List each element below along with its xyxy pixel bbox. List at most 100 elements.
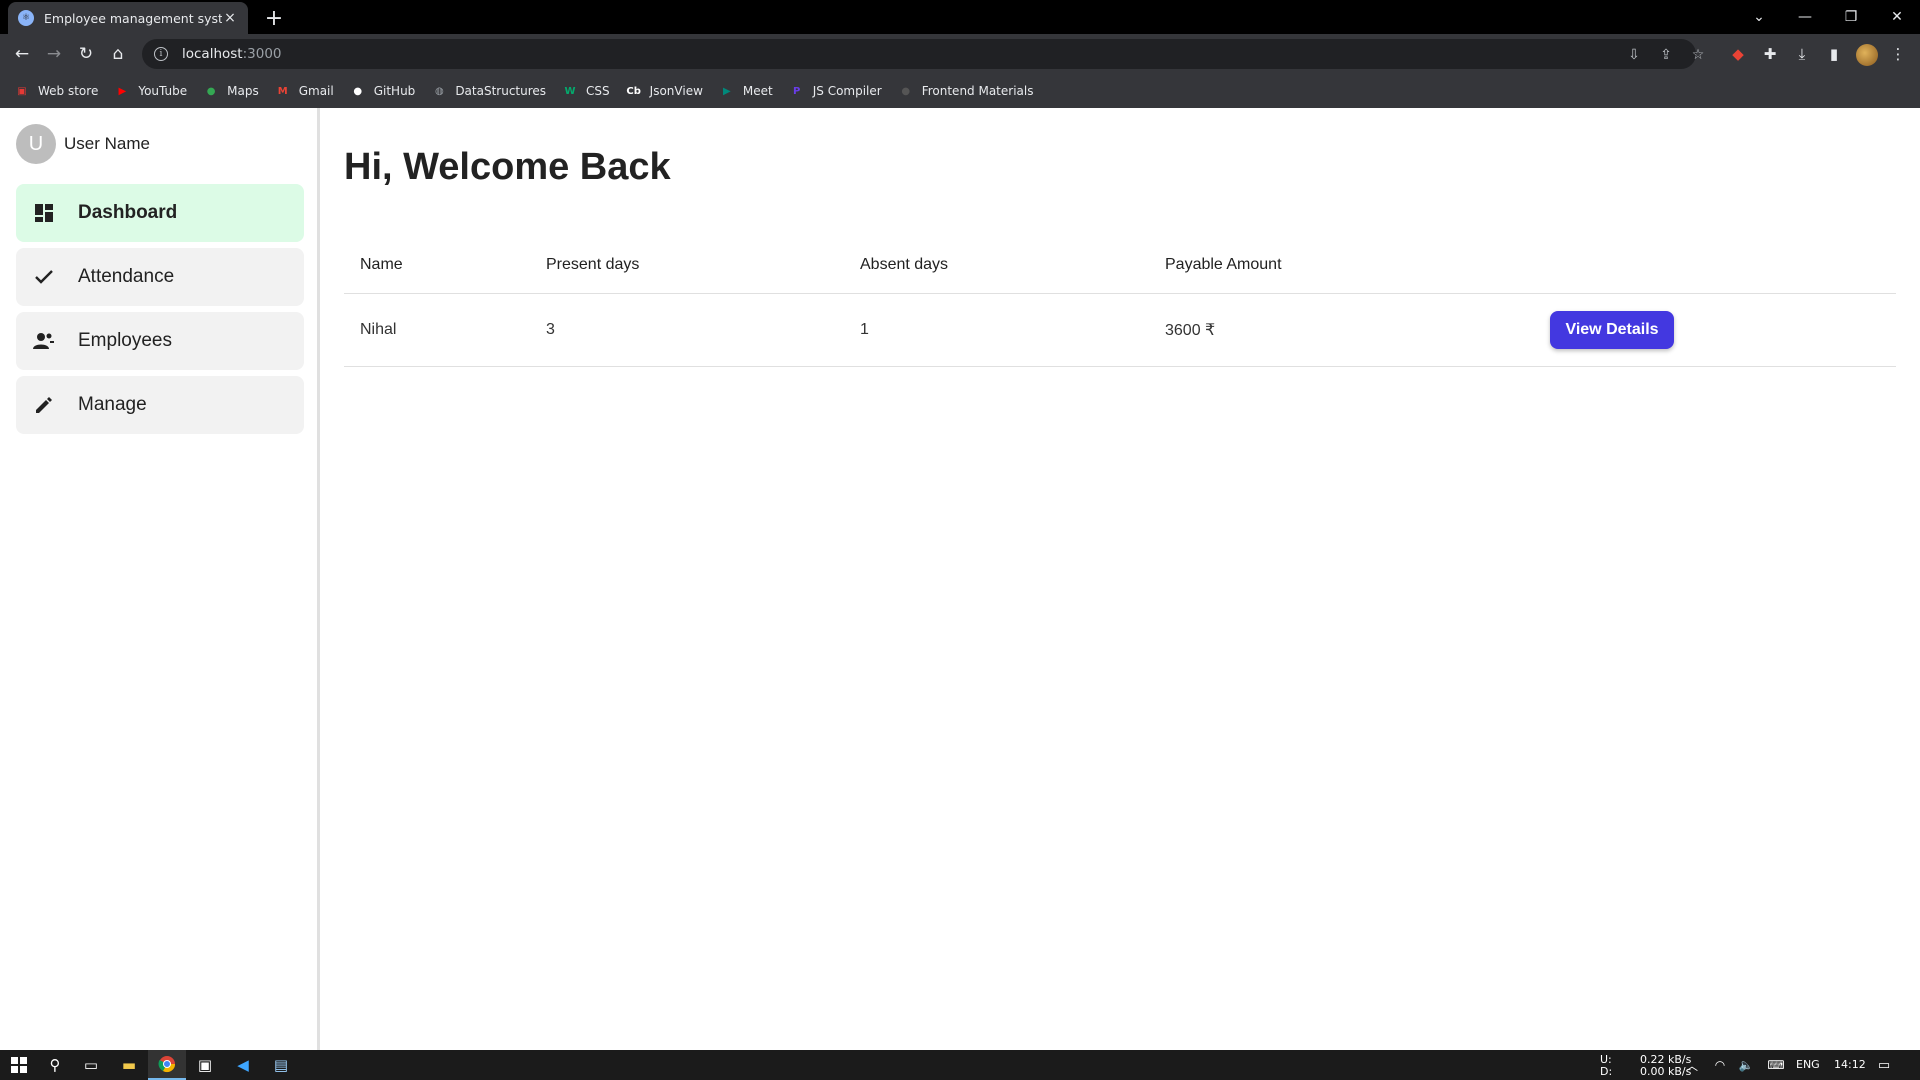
bookmark-star-icon[interactable]: ☆ <box>1686 45 1710 65</box>
new-tab-button[interactable]: + <box>260 4 288 32</box>
bookmark-meet[interactable]: ▶ Meet <box>719 83 773 99</box>
cell-absent-days: 1 <box>860 321 869 338</box>
screen: ⚛ Employee management system × + ⌄ — ❐ ✕… <box>0 0 1920 1080</box>
column-header-present: Present days <box>546 255 640 273</box>
tab-search-icon[interactable]: ⌄ <box>1736 0 1782 34</box>
attendance-table: Name Present days Absent days Payable Am… <box>344 236 1896 367</box>
dashboard-icon <box>32 201 56 225</box>
pencil-icon <box>32 393 56 417</box>
back-icon[interactable]: ← <box>8 40 36 68</box>
cb-icon: Cb <box>626 85 641 97</box>
extensions-icon[interactable]: ✚ <box>1758 42 1782 66</box>
install-app-icon[interactable]: ⇩ <box>1622 45 1646 65</box>
chrome-icon[interactable] <box>148 1050 186 1080</box>
bookmark-label: Maps <box>227 84 259 98</box>
bookmark-frontend-materials[interactable]: ● Frontend Materials <box>898 83 1034 99</box>
bookmark-web-store[interactable]: ▣ Web store <box>14 83 98 99</box>
close-window-icon[interactable]: ✕ <box>1874 0 1920 34</box>
store-icon: ▣ <box>17 85 27 97</box>
net-down-label: D: <box>1600 1065 1613 1078</box>
color-extension-icon[interactable]: ◆ <box>1726 42 1750 66</box>
table-row: Nihal 3 1 3600 ₹ View Details <box>344 294 1896 367</box>
bookmark-css[interactable]: W CSS <box>562 83 610 99</box>
sidebar: U User Name Dashboard Attendance Employe… <box>0 108 320 1050</box>
minimize-icon[interactable]: — <box>1782 0 1828 34</box>
side-panel-icon[interactable]: ▮ <box>1822 42 1846 66</box>
restore-icon[interactable]: ❐ <box>1828 0 1874 34</box>
sidebar-item-label: Employees <box>78 330 172 351</box>
tab-title: Employee management system <box>44 10 222 26</box>
browser-tab-strip: ⚛ Employee management system × + ⌄ — ❐ ✕ <box>0 0 1920 34</box>
bookmarks-bar: ▣ Web store ▶ YouTube ● Maps M Gmail ● GitHub ◍ Dat… <box>0 74 1920 108</box>
app-page: U User Name Dashboard Attendance Employe… <box>0 108 1920 1050</box>
column-header-amount: Payable Amount <box>1165 255 1282 273</box>
url-text: localhost:3000 <box>182 46 282 62</box>
profile-avatar[interactable] <box>1856 44 1878 66</box>
bookmark-gmail[interactable]: M Gmail <box>275 83 334 99</box>
search-icon[interactable]: ⚲ <box>36 1050 74 1080</box>
bookmark-label: JsonView <box>649 84 703 98</box>
view-details-button[interactable]: View Details <box>1550 311 1674 349</box>
user-name: User Name <box>64 134 150 153</box>
bookmark-maps[interactable]: ● Maps <box>203 83 259 99</box>
notepad-icon[interactable]: ▤ <box>262 1050 300 1080</box>
sidebar-item-attendance[interactable]: Attendance <box>16 248 304 306</box>
bookmark-label: Frontend Materials <box>921 84 1034 98</box>
language-indicator[interactable]: ENG <box>1796 1059 1820 1071</box>
task-view-icon[interactable]: ▭ <box>72 1050 110 1080</box>
home-icon[interactable]: ⌂ <box>104 40 132 68</box>
bookmark-datastructures[interactable]: ◍ DataStructures <box>431 83 546 99</box>
address-bar[interactable]: i localhost:3000 ⇩ ⇪ ☆ <box>142 39 1704 69</box>
browser-tab[interactable]: ⚛ Employee management system × <box>8 2 248 34</box>
notifications-icon[interactable]: ▭ <box>1868 1050 1900 1080</box>
github-icon: ● <box>901 85 911 97</box>
store-icon[interactable]: ▣ <box>186 1050 224 1080</box>
user-profile: U User Name <box>16 124 150 164</box>
react-favicon-icon: ⚛ <box>18 10 34 26</box>
sidebar-item-manage[interactable]: Manage <box>16 376 304 434</box>
url-host: localhost <box>182 46 243 62</box>
bookmark-github[interactable]: ● GitHub <box>350 83 416 99</box>
site-info-icon[interactable]: i <box>154 47 168 61</box>
downloads-icon[interactable]: ⤓ <box>1790 42 1814 66</box>
table-header-row: Name Present days Absent days Payable Am… <box>344 236 1896 294</box>
check-icon <box>32 265 56 289</box>
cell-action: View Details <box>1550 294 1674 366</box>
bookmark-jsonview[interactable]: Cb JsonView <box>626 83 703 99</box>
main-content: Hi, Welcome Back Name Present days Absen… <box>344 108 1896 1050</box>
bookmark-label: GitHub <box>373 84 416 98</box>
cell-name: Nihal <box>360 321 397 338</box>
cell-present-days: 3 <box>546 321 555 338</box>
sidebar-item-label: Manage <box>78 394 147 415</box>
share-icon[interactable]: ⇪ <box>1654 45 1678 65</box>
bookmark-youtube[interactable]: ▶ YouTube <box>114 83 187 99</box>
reload-icon[interactable]: ↻ <box>72 40 100 68</box>
bookmark-label: DataStructures <box>455 84 547 98</box>
programiz-icon: P <box>793 85 801 97</box>
sidebar-item-dashboard[interactable]: Dashboard <box>16 184 304 242</box>
avatar: U <box>16 124 56 164</box>
sidebar-item-label: Dashboard <box>78 202 178 223</box>
gmail-icon: M <box>277 85 288 97</box>
file-explorer-icon[interactable]: ▬ <box>110 1050 148 1080</box>
volume-icon[interactable]: 🔈 <box>1734 1050 1758 1080</box>
bookmark-label: CSS <box>586 84 610 98</box>
meet-icon: ▶ <box>723 85 731 97</box>
sidebar-item-employees[interactable]: Employees <box>16 312 304 370</box>
windows-taskbar: ⚲ ▭ ▬ ▣ ◀ ▤ U: D: 0.22 kB/s 0.00 kB/s ︿ … <box>0 1050 1920 1080</box>
keyboard-icon[interactable]: ⌨ <box>1762 1050 1790 1080</box>
bookmark-label: Meet <box>742 84 773 98</box>
column-header-absent: Absent days <box>860 255 949 273</box>
wifi-icon[interactable]: ◠ <box>1708 1050 1732 1080</box>
bookmark-js-compiler[interactable]: P JS Compiler <box>789 83 882 99</box>
menu-icon[interactable]: ⋮ <box>1886 42 1910 66</box>
start-icon[interactable] <box>0 1050 38 1080</box>
vscode-icon[interactable]: ◀ <box>224 1050 262 1080</box>
tray-chevron-icon[interactable]: ︿ <box>1680 1050 1704 1080</box>
clock[interactable]: 14:12 <box>1834 1059 1866 1071</box>
youtube-icon: ▶ <box>118 85 127 97</box>
forward-icon[interactable]: → <box>40 40 68 68</box>
globe-icon: ◍ <box>434 85 444 97</box>
tab-close-icon[interactable]: × <box>222 10 238 26</box>
page-title: Hi, Welcome Back <box>344 146 671 188</box>
